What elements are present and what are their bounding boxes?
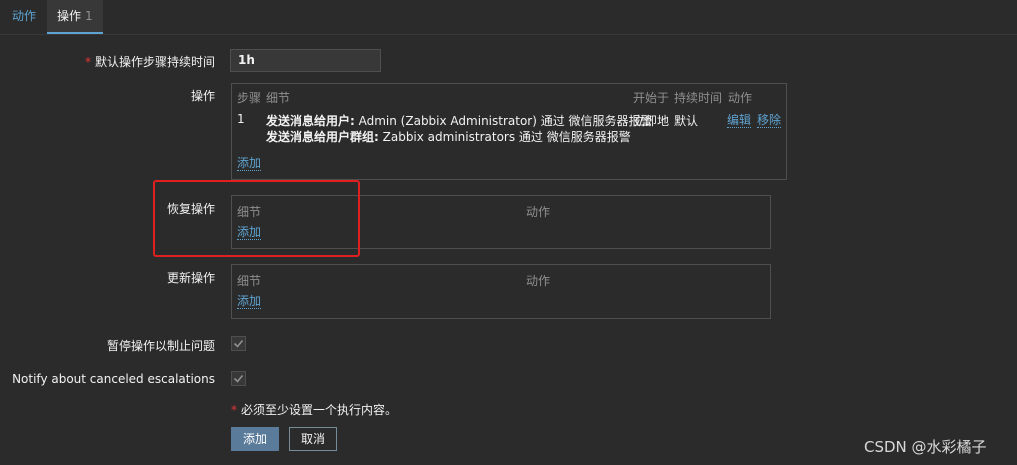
update-header-action: 动作 bbox=[526, 274, 551, 288]
update-label: 更新操作 bbox=[166, 271, 215, 285]
cancel-button[interactable]: 取消 bbox=[289, 427, 337, 451]
required-note-star: * bbox=[231, 403, 237, 417]
header-duration: 持续时间 bbox=[674, 91, 723, 105]
row-details-line1-rest: Admin (Zabbix Administrator) 通过 微信服务器报警 bbox=[354, 114, 653, 128]
row-details-line2-bold: 发送消息给用户群组: bbox=[266, 130, 379, 144]
recovery-header-action: 动作 bbox=[526, 205, 551, 219]
required-marker: * bbox=[84, 55, 91, 69]
remove-link[interactable]: 移除 bbox=[757, 113, 782, 128]
tab-action-label: 动作 bbox=[12, 9, 37, 23]
row-duration: 默认 bbox=[674, 114, 699, 128]
highlight-annotation bbox=[153, 180, 360, 257]
tab-operations-count: 1 bbox=[85, 9, 93, 23]
row-details-line2: 发送消息给用户群组: Zabbix administrators 通过 微信服务… bbox=[266, 128, 631, 145]
tab-operations[interactable]: 操作 1 bbox=[47, 0, 103, 34]
operations-table: 步骤 细节 开始于 持续时间 动作 1 发送消息给用户: Admin (Zabb… bbox=[231, 83, 787, 180]
add-button[interactable]: 添加 bbox=[231, 427, 279, 451]
pause-label: 暂停操作以制止问题 bbox=[106, 339, 215, 353]
operations-add-link[interactable]: 添加 bbox=[237, 156, 262, 171]
row-details-line2-rest: Zabbix administrators 通过 微信服务器报警 bbox=[378, 130, 631, 144]
check-icon bbox=[233, 339, 244, 348]
notify-label: Notify about canceled escalations bbox=[12, 372, 215, 386]
row-details-line1: 发送消息给用户: Admin (Zabbix Administrator) 通过… bbox=[266, 112, 653, 129]
row-start: 立即地 bbox=[633, 114, 670, 128]
check-icon bbox=[233, 374, 244, 383]
tab-action[interactable]: 动作 bbox=[4, 0, 44, 33]
default-duration-label: * 默认操作步骤持续时间 bbox=[85, 53, 215, 70]
tab-bar: 动作 操作 1 bbox=[0, 0, 1017, 35]
required-note-text: 必须至少设置一个执行内容。 bbox=[241, 403, 398, 417]
update-add-link[interactable]: 添加 bbox=[237, 294, 262, 309]
operations-label: 操作 bbox=[190, 89, 215, 103]
default-duration-label-text: 默认操作步骤持续时间 bbox=[94, 55, 215, 69]
row-step: 1 bbox=[237, 112, 245, 126]
pause-checkbox[interactable] bbox=[231, 336, 246, 351]
operations-form: * 默认操作步骤持续时间 1h 操作 步骤 细节 开始于 持续时间 动作 1 发送… bbox=[0, 35, 1010, 465]
row-details-line1-bold: 发送消息给用户: bbox=[266, 114, 355, 128]
required-note: * 必须至少设置一个执行内容。 bbox=[231, 401, 397, 418]
header-step: 步骤 bbox=[237, 91, 262, 105]
header-action: 动作 bbox=[728, 91, 753, 105]
header-details: 细节 bbox=[266, 91, 291, 105]
edit-link[interactable]: 编辑 bbox=[727, 113, 752, 128]
update-table: 细节 动作 添加 bbox=[231, 264, 771, 319]
tab-operations-label: 操作 bbox=[57, 9, 82, 23]
default-duration-input[interactable]: 1h bbox=[230, 49, 381, 72]
header-start: 开始于 bbox=[633, 91, 670, 105]
notify-checkbox[interactable] bbox=[231, 371, 246, 386]
watermark: CSDN @水彩橘子 bbox=[864, 438, 987, 456]
update-header-details: 细节 bbox=[237, 274, 262, 288]
